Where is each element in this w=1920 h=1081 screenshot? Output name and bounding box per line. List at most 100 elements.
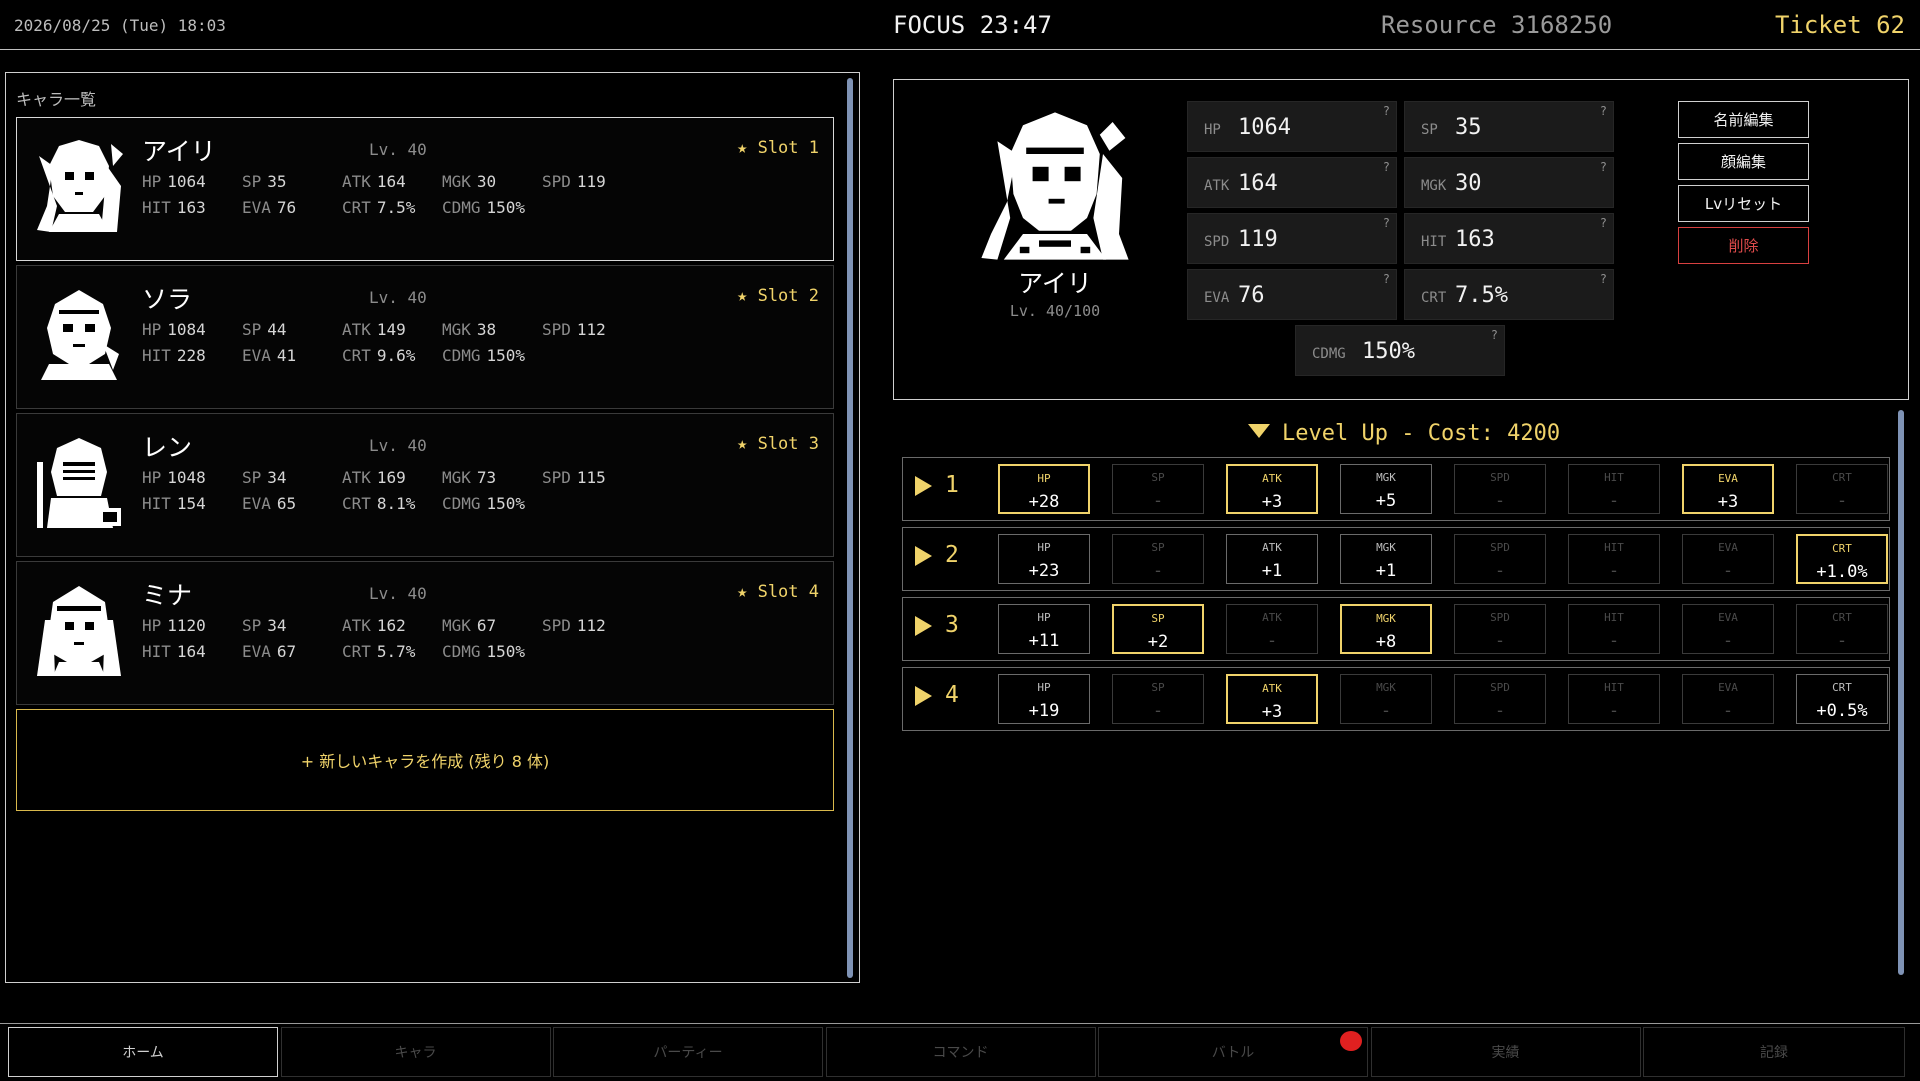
bonus-cell-sp: SP - <box>1112 534 1204 584</box>
stat-atk: ATK 169 <box>342 468 406 487</box>
stat-hit: HIT 164 <box>142 642 206 661</box>
help-icon[interactable]: ? <box>1600 160 1607 174</box>
bonus-cell-sp: SP +2 <box>1112 604 1204 654</box>
character-portrait-large[interactable] <box>975 106 1135 266</box>
stat-key: MGK <box>1421 178 1447 194</box>
help-icon[interactable]: ? <box>1383 272 1390 286</box>
character-card[interactable]: アイリ Lv. 40 ★ Slot 1 HP 1064 SP 35 ATK 164 MGK 30 SP… <box>16 117 834 261</box>
stat-hp: HP 1064 <box>142 172 206 191</box>
character-portrait <box>37 586 121 676</box>
stat-box-hit: HIT 163 ? <box>1404 213 1614 264</box>
bonus-cell-crt: CRT +1.0% <box>1796 534 1888 584</box>
detail-character-level: Lv. 40/100 <box>1009 302 1101 320</box>
stat-box-cdmg: CDMG 150% ? <box>1295 325 1505 376</box>
level-up-index: 3 <box>945 612 959 638</box>
play-icon <box>915 476 932 496</box>
stat-key: SPD <box>1204 234 1230 250</box>
character-portrait <box>37 140 123 232</box>
stat-box-crt: CRT 7.5% ? <box>1404 269 1614 320</box>
stat-crt: CRT 9.6% <box>342 346 416 365</box>
help-icon[interactable]: ? <box>1383 104 1390 118</box>
bonus-cell-mgk: MGK +5 <box>1340 464 1432 514</box>
character-list-scrollbar[interactable] <box>847 78 853 978</box>
nav-tab[interactable]: ホーム <box>8 1027 278 1077</box>
stat-value: 150% <box>1362 339 1415 364</box>
bonus-cell-mgk: MGK +1 <box>1340 534 1432 584</box>
delete-button[interactable]: 削除 <box>1678 227 1809 264</box>
stat-hit: HIT 163 <box>142 198 206 217</box>
character-portrait <box>41 290 119 380</box>
help-icon[interactable]: ? <box>1600 104 1607 118</box>
stat-atk: ATK 149 <box>342 320 406 339</box>
stat-key: ATK <box>1204 178 1230 194</box>
stat-sp: SP 35 <box>242 172 287 191</box>
level-up-scrollbar[interactable] <box>1898 410 1904 975</box>
detail-character-name: アイリ <box>1018 269 1092 298</box>
help-icon[interactable]: ? <box>1383 160 1390 174</box>
bonus-cell-hit: HIT - <box>1568 604 1660 654</box>
stat-eva: EVA 41 <box>242 346 297 365</box>
bonus-cell-spd: SPD - <box>1454 674 1546 724</box>
character-card[interactable]: ソラ Lv. 40 ★ Slot 2 HP 1084 SP 44 ATK 149 MGK 38 SPD… <box>16 265 834 409</box>
character-card[interactable]: ミナ Lv. 40 ★ Slot 4 HP 1120 SP 34 ATK 162 MGK 67 SPD… <box>16 561 834 705</box>
bonus-cell-eva: EVA +3 <box>1682 464 1774 514</box>
bonus-cell-atk: ATK +1 <box>1226 534 1318 584</box>
character-level: Lv. 40 <box>369 288 427 307</box>
stat-cdmg: CDMG 150% <box>442 642 526 661</box>
create-character-button[interactable]: + 新しいキャラを作成 (残り 8 体) <box>16 709 834 811</box>
nav-tab[interactable]: 実績 <box>1370 1027 1641 1077</box>
stat-key: SP <box>1421 122 1438 138</box>
bonus-cell-eva: EVA - <box>1682 534 1774 584</box>
stat-cdmg: CDMG 150% <box>442 346 526 365</box>
help-icon[interactable]: ? <box>1383 216 1390 230</box>
nav-tab[interactable]: コマンド <box>825 1027 1096 1077</box>
stat-mgk: MGK 30 <box>442 172 497 191</box>
bonus-cell-hp: HP +23 <box>998 534 1090 584</box>
level-up-row[interactable]: 3 HP +11 SP +2 ATK - MGK +8 SPD - HIT - … <box>902 597 1890 661</box>
level-up-row[interactable]: 1 HP +28 SP - ATK +3 MGK +5 SPD - HIT - … <box>902 457 1890 521</box>
nav-tab[interactable]: キャラ <box>280 1027 551 1077</box>
stat-key: CDMG <box>1312 346 1346 362</box>
stat-cdmg: CDMG 150% <box>442 494 526 513</box>
character-list-title: キャラ一覧 <box>16 90 97 109</box>
level-up-row[interactable]: 2 HP +23 SP - ATK +1 MGK +1 SPD - HIT - … <box>902 527 1890 591</box>
stat-sp: SP 34 <box>242 468 287 487</box>
bonus-cell-crt: CRT - <box>1796 604 1888 654</box>
help-icon[interactable]: ? <box>1491 328 1498 342</box>
stat-box-spd: SPD 119 ? <box>1187 213 1397 264</box>
level-up-index: 2 <box>945 542 959 568</box>
character-level: Lv. 40 <box>369 436 427 455</box>
level-up-header[interactable]: Level Up - Cost: 4200 <box>1248 421 1560 446</box>
stat-mgk: MGK 38 <box>442 320 497 339</box>
face-edit-button[interactable]: 顔編集 <box>1678 143 1809 180</box>
play-icon <box>915 616 932 636</box>
stat-box-mgk: MGK 30 ? <box>1404 157 1614 208</box>
character-card[interactable]: レン Lv. 40 ★ Slot 3 HP 1048 SP 34 ATK 169 MGK 73 SPD… <box>16 413 834 557</box>
slot-badge: ★ Slot 3 <box>737 434 819 454</box>
bonus-cell-hit: HIT - <box>1568 464 1660 514</box>
stat-key: CRT <box>1421 290 1447 306</box>
character-name: ミナ <box>142 581 193 610</box>
collapse-triangle-icon <box>1248 424 1270 438</box>
nav-tab[interactable]: パーティー <box>553 1027 823 1077</box>
rename-button[interactable]: 名前編集 <box>1678 101 1809 138</box>
level-up-cost-label: Level Up - Cost: 4200 <box>1282 421 1561 446</box>
level-up-index: 4 <box>945 682 959 708</box>
bonus-cell-sp: SP - <box>1112 674 1204 724</box>
bonus-cell-crt: CRT +0.5% <box>1796 674 1888 724</box>
level-up-row[interactable]: 4 HP +19 SP - ATK +3 MGK - SPD - HIT - E… <box>902 667 1890 731</box>
stat-key: EVA <box>1204 290 1230 306</box>
nav-tab[interactable]: バトル <box>1098 1027 1368 1077</box>
level-reset-button[interactable]: Lvリセット <box>1678 185 1809 222</box>
help-icon[interactable]: ? <box>1600 216 1607 230</box>
nav-tab[interactable]: 記録 <box>1643 1027 1905 1077</box>
stat-sp: SP 34 <box>242 616 287 635</box>
stat-hp: HP 1048 <box>142 468 206 487</box>
stat-box-atk: ATK 164 ? <box>1187 157 1397 208</box>
stat-sp: SP 44 <box>242 320 287 339</box>
bonus-cell-hit: HIT - <box>1568 674 1660 724</box>
stat-spd: SPD 115 <box>542 468 606 487</box>
stat-key: HIT <box>1421 234 1447 250</box>
help-icon[interactable]: ? <box>1600 272 1607 286</box>
stat-spd: SPD 112 <box>542 616 606 635</box>
